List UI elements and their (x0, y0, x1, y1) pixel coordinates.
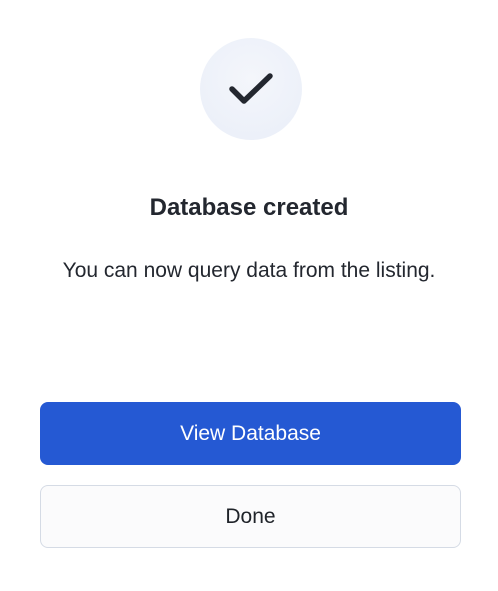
success-icon-badge (200, 38, 302, 140)
success-dialog: Database created You can now query data … (0, 0, 498, 591)
done-button[interactable]: Done (40, 485, 461, 548)
dialog-message: You can now query data from the listing. (62, 259, 436, 282)
check-icon (229, 73, 273, 104)
dialog-title: Database created (149, 194, 349, 221)
view-database-button[interactable]: View Database (40, 402, 461, 465)
